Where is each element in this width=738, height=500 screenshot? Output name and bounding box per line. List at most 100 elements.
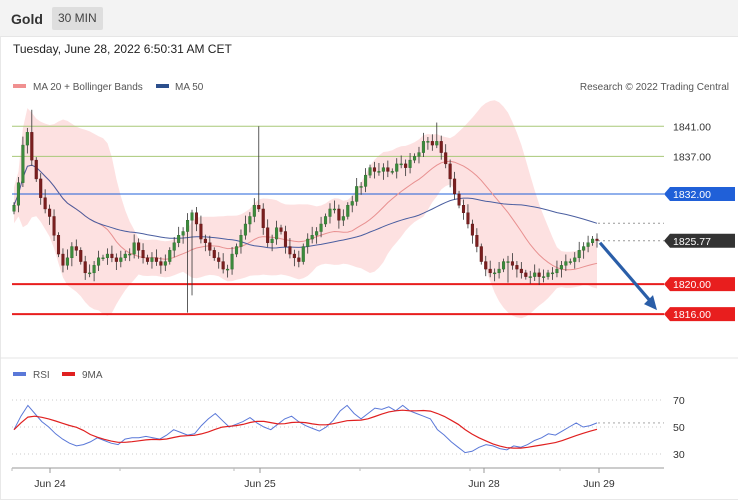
level-label-1825-77: 1825.77 — [673, 236, 711, 248]
candle-body — [555, 268, 559, 274]
candle-body — [519, 268, 523, 274]
level-label-1837-00: 1837.00 — [673, 151, 711, 163]
candle-body — [12, 205, 16, 212]
candle-body — [386, 167, 390, 172]
ma50-legend-label: MA 50 — [175, 82, 204, 93]
level-label-1841-00: 1841.00 — [673, 121, 711, 133]
rsi-ma-line — [13, 409, 598, 449]
candle-body — [372, 167, 377, 172]
candle-body — [65, 257, 69, 266]
candle-body — [488, 268, 492, 274]
candle-body — [573, 257, 577, 262]
candle-body — [395, 163, 399, 172]
ma20-legend-swatch — [13, 84, 26, 88]
candle-body — [470, 223, 474, 236]
candle-body — [493, 272, 497, 275]
candle-body — [21, 144, 25, 183]
candle-body — [292, 253, 296, 259]
candle-body — [359, 186, 363, 188]
candle-body — [199, 223, 203, 240]
candle — [479, 243, 483, 265]
candle-body — [194, 212, 199, 225]
candle-body — [510, 261, 514, 266]
candle-body — [70, 246, 74, 259]
candle-body — [350, 201, 354, 206]
candle-body — [319, 223, 323, 232]
candle-body — [128, 253, 132, 256]
candle-body — [16, 182, 20, 206]
candle-body — [390, 171, 394, 173]
candle-body — [230, 253, 234, 270]
forecast-arrow-shaft — [598, 241, 655, 306]
candle-body — [466, 212, 470, 225]
ma20-legend-label: MA 20 + Bollinger Bands — [33, 82, 143, 93]
candle-body — [368, 167, 372, 176]
candle-body — [346, 205, 350, 217]
candle — [301, 243, 305, 265]
candle-body — [114, 257, 118, 262]
candle-body — [172, 242, 176, 251]
candle-body — [283, 231, 288, 247]
candle-body — [150, 257, 154, 262]
candle-body — [30, 132, 34, 161]
candle-body — [226, 268, 230, 271]
candle-body — [399, 163, 403, 166]
candle-body — [355, 186, 359, 202]
candle-body — [141, 250, 145, 259]
candle-body — [110, 253, 114, 259]
candle-body — [243, 223, 247, 236]
candle-body — [83, 261, 87, 274]
level-label-1820-00: 1820.00 — [673, 279, 711, 291]
candle-body — [190, 212, 194, 221]
candle-body — [43, 197, 47, 210]
candle-body — [301, 246, 305, 262]
candle-body — [550, 272, 555, 275]
candle-body — [239, 235, 243, 247]
candle-body — [502, 261, 506, 270]
candle-body — [381, 167, 385, 172]
candle-body — [528, 276, 532, 278]
candle-body — [266, 227, 270, 243]
candle-body — [453, 178, 457, 195]
candle-body — [559, 265, 563, 270]
candle-body — [435, 141, 439, 146]
candle-body — [430, 141, 434, 146]
candle-body — [261, 208, 265, 228]
candle-body — [310, 235, 314, 240]
candle-body — [159, 261, 163, 266]
candle-body — [439, 141, 443, 153]
candle-body — [92, 265, 96, 274]
rsi-tick-50: 50 — [673, 422, 685, 434]
candle-body — [88, 272, 92, 275]
candle-body — [542, 276, 546, 278]
candle-body — [479, 246, 483, 262]
candle-body — [257, 205, 261, 210]
candle-body — [25, 132, 29, 146]
candle-body — [123, 253, 127, 259]
candle-body — [177, 235, 181, 243]
candle-body — [377, 171, 381, 173]
ma50-legend-swatch — [156, 84, 169, 88]
candle-body — [524, 272, 528, 277]
candle-body — [341, 216, 345, 221]
candle-body — [577, 250, 581, 259]
candle-body — [288, 246, 292, 255]
rsi-tick-70: 70 — [673, 395, 685, 407]
candle-body — [56, 235, 61, 255]
candle-body — [475, 235, 479, 247]
bollinger-band — [14, 100, 597, 319]
candle-body — [270, 238, 274, 243]
research-credit: Research © 2022 Trading Central — [580, 82, 729, 93]
candle-body — [582, 246, 586, 251]
candle-body — [457, 193, 461, 206]
candle-body — [568, 261, 572, 263]
candle-body — [154, 257, 158, 262]
candle-body — [421, 141, 425, 153]
candle-body — [217, 257, 221, 262]
level-labels: 1841.00 1837.00 1832.00 1825.77 1820.00 1816.… — [664, 121, 735, 322]
candle-body — [408, 159, 412, 168]
x-axis: Jun 24 Jun 25 Jun 28 Jun 29 — [11, 467, 664, 490]
candle-body — [591, 238, 595, 243]
rsi-tick-30: 30 — [673, 449, 685, 461]
candle-body — [34, 159, 38, 180]
